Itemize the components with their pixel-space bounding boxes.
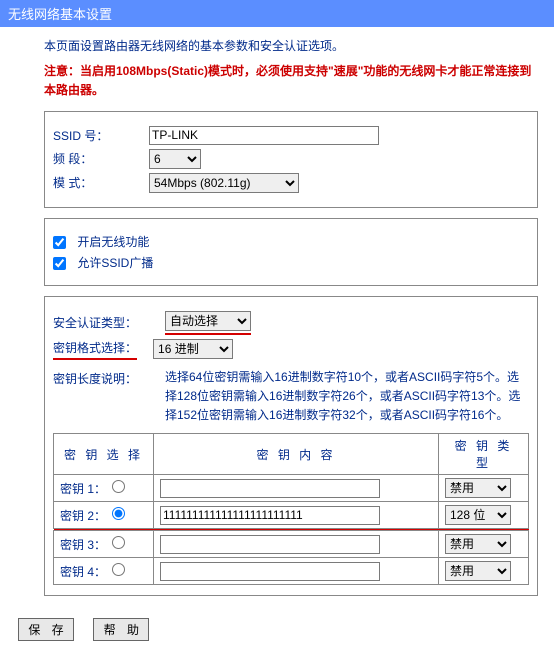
keys-header-select: 密 钥 选 择 bbox=[54, 434, 154, 475]
keys-header-content: 密 钥 内 容 bbox=[154, 434, 439, 475]
security-fieldset: 安全认证类型： 自动选择 密钥格式选择： 16 进制 密钥长度说明： 选择64位… bbox=[44, 296, 538, 597]
mode-select[interactable]: 54Mbps (802.11g) bbox=[149, 173, 299, 193]
key-content-input[interactable] bbox=[160, 535, 380, 554]
band-select[interactable]: 6 bbox=[149, 149, 201, 169]
key-format-label: 密钥格式选择： bbox=[53, 339, 137, 360]
title-bar: 无线网络基本设置 bbox=[0, 0, 554, 27]
key-length-desc: 选择64位密钥需输入16进制数字符10个，或者ASCII码字符5个。选择128位… bbox=[165, 368, 529, 426]
key-type-select[interactable]: 禁用 bbox=[445, 561, 511, 581]
enable-wireless-label: 开启无线功能 bbox=[77, 235, 149, 249]
band-label: 频 段： bbox=[53, 150, 149, 167]
key-type-select[interactable]: 128 位 bbox=[445, 505, 511, 525]
key-content-input[interactable] bbox=[160, 506, 380, 525]
key-label: 密钥 2： bbox=[60, 509, 106, 523]
button-bar: 保 存 帮 助 bbox=[0, 612, 554, 651]
auth-type-select[interactable]: 自动选择 bbox=[165, 311, 251, 331]
ssid-label: SSID 号： bbox=[53, 127, 149, 144]
intro-text: 本页面设置路由器无线网络的基本参数和安全认证选项。 bbox=[44, 37, 538, 56]
key-label: 密钥 3： bbox=[60, 538, 106, 552]
save-button[interactable]: 保 存 bbox=[18, 618, 74, 641]
key-select-radio[interactable] bbox=[112, 563, 125, 576]
key-content-input[interactable] bbox=[160, 562, 380, 581]
key-type-select[interactable]: 禁用 bbox=[445, 478, 511, 498]
key-row-3: 密钥 3： 禁用 bbox=[54, 531, 529, 558]
key-select-radio[interactable] bbox=[112, 507, 125, 520]
key-row-2: 密钥 2： 128 位 bbox=[54, 502, 529, 529]
key-type-select[interactable]: 禁用 bbox=[445, 534, 511, 554]
key-select-radio[interactable] bbox=[112, 480, 125, 493]
keys-header-type: 密 钥 类 型 bbox=[439, 434, 529, 475]
auth-type-label: 安全认证类型： bbox=[53, 314, 165, 331]
key-select-radio[interactable] bbox=[112, 536, 125, 549]
key-row-4: 密钥 4： 禁用 bbox=[54, 558, 529, 585]
page-title: 无线网络基本设置 bbox=[8, 7, 112, 22]
key-format-select[interactable]: 16 进制 bbox=[153, 339, 233, 359]
basic-fieldset: SSID 号： 频 段： 6 模 式： 54Mbps (802.11g) bbox=[44, 111, 538, 208]
help-button[interactable]: 帮 助 bbox=[93, 618, 149, 641]
allow-broadcast-checkbox[interactable] bbox=[53, 257, 66, 270]
key-label: 密钥 4： bbox=[60, 565, 106, 579]
key-row-1: 密钥 1： 禁用 bbox=[54, 475, 529, 502]
keys-table: 密 钥 选 择 密 钥 内 容 密 钥 类 型 密钥 1：禁用密钥 2：128 … bbox=[53, 433, 529, 585]
key-length-label: 密钥长度说明： bbox=[53, 368, 165, 426]
content-area: 本页面设置路由器无线网络的基本参数和安全认证选项。 注意：当启用108Mbps(… bbox=[0, 27, 554, 612]
notice-text: 注意：当启用108Mbps(Static)模式时，必须使用支持"速展"功能的无线… bbox=[44, 62, 538, 100]
enable-wireless-checkbox[interactable] bbox=[53, 236, 66, 249]
allow-broadcast-label: 允许SSID广播 bbox=[77, 256, 153, 270]
key-content-input[interactable] bbox=[160, 479, 380, 498]
mode-label: 模 式： bbox=[53, 174, 149, 191]
ssid-input[interactable] bbox=[149, 126, 379, 145]
toggle-fieldset: 开启无线功能 允许SSID广播 bbox=[44, 218, 538, 286]
key-label: 密钥 1： bbox=[60, 482, 106, 496]
